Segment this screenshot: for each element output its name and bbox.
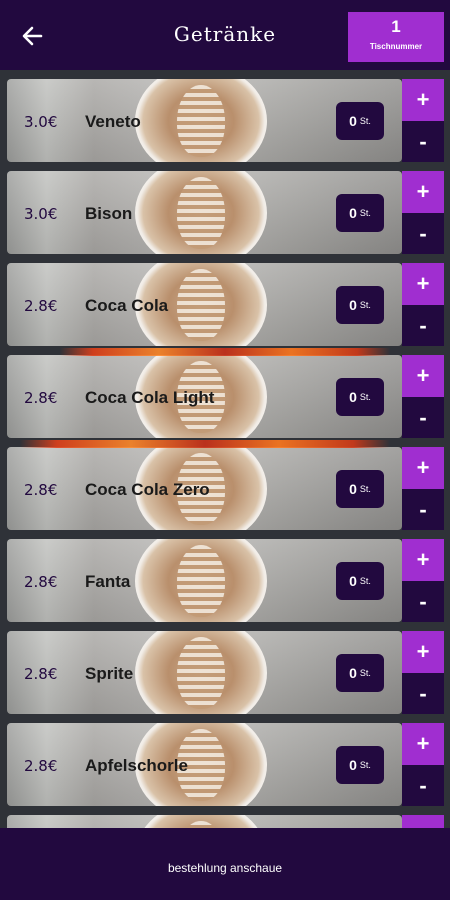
list-item: 3.0€ Veneto 0 St. + - [7,79,444,162]
quantity-value: 0 [349,757,357,773]
decrease-button[interactable]: - [402,765,444,806]
list-item: 2.8€ Coca Cola 0 St. + - [7,263,444,346]
fire-decoration [20,440,390,448]
quantity-value: 0 [349,205,357,221]
list-item: 2.8€ Coca Cola Light 0 St. + - [7,355,444,438]
decrease-button[interactable]: - [402,213,444,254]
latte-art-image [177,85,225,157]
drink-name: Coca Cola Light [85,388,215,407]
increase-button[interactable]: + [402,815,444,828]
quantity-unit: St. [359,668,371,678]
quantity-badge: 0 St. [336,286,384,324]
quantity-unit: St. [359,484,371,494]
list-item: 2.8€ Apfelschorle 0 St. + - [7,723,444,806]
table-number-button[interactable]: 1 Tischnummer [348,12,444,62]
latte-art-image [177,177,225,249]
arrow-left-icon [22,26,43,46]
drink-name: Sprite [85,664,134,683]
increase-button[interactable]: + [402,171,444,213]
quantity-unit: St. [359,392,371,402]
increase-button[interactable]: + [402,631,444,673]
drink-price: 3.0€ [24,205,58,223]
latte-art-image [177,637,225,709]
drink-price: 2.8€ [24,665,58,683]
fire-decoration [60,348,390,356]
drink-price: 2.8€ [24,297,58,315]
increase-button[interactable]: + [402,723,444,765]
table-number-label: Tischnummer [369,42,423,51]
quantity-unit: St. [359,208,371,218]
increase-button[interactable]: + [402,79,444,121]
drink-card[interactable]: 2.8€ Coca Cola 0 St. [7,263,402,346]
decrease-button[interactable]: - [402,397,444,438]
drink-card[interactable]: 3.0€ Bison 0 St. [7,171,402,254]
quantity-value: 0 [349,389,357,405]
back-button[interactable] [18,22,46,50]
drink-price: 3.0€ [24,113,58,131]
drink-card[interactable]: 2.8€ Coca Cola Light 0 St. [7,355,402,438]
drink-card[interactable]: 2.8€ Sprite 0 St. [7,631,402,714]
quantity-value: 0 [349,297,357,313]
quantity-value: 0 [349,113,357,129]
list-item: + [7,815,444,828]
drink-price: 2.8€ [24,389,58,407]
quantity-value: 0 [349,481,357,497]
quantity-value: 0 [349,573,357,589]
latte-art-image [177,269,225,341]
app-header: Getränke 1 Tischnummer [0,0,450,70]
increase-button[interactable]: + [402,263,444,305]
table-number: 1 [391,17,401,36]
drink-card[interactable]: 3.0€ Veneto 0 St. [7,79,402,162]
increase-button[interactable]: + [402,447,444,489]
quantity-unit: St. [359,576,371,586]
decrease-button[interactable]: - [402,489,444,530]
quantity-unit: St. [359,300,371,310]
drink-name: Veneto [85,112,141,131]
quantity-badge: 0 St. [336,378,384,416]
decrease-button[interactable]: - [402,121,444,162]
quantity-badge: 0 St. [336,654,384,692]
view-order-button[interactable]: bestehlung anschaue [168,861,282,875]
drink-card[interactable] [7,815,402,828]
quantity-badge: 0 St. [336,470,384,508]
list-item: 2.8€ Coca Cola Zero 0 St. + - [7,447,444,530]
drink-card[interactable]: 2.8€ Apfelschorle 0 St. [7,723,402,806]
decrease-button[interactable]: - [402,581,444,622]
latte-art-image [177,545,225,617]
quantity-unit: St. [359,116,371,126]
drink-card[interactable]: 2.8€ Fanta 0 St. [7,539,402,622]
quantity-badge: 0 St. [336,102,384,140]
quantity-badge: 0 St. [336,562,384,600]
quantity-value: 0 [349,665,357,681]
drink-name: Apfelschorle [85,756,188,775]
drink-name: Coca Cola Zero [85,480,210,499]
decrease-button[interactable]: - [402,305,444,346]
drinks-list[interactable]: 3.0€ Veneto 0 St. + - 3.0€ Bison 0 St. +… [0,70,450,828]
list-item: 3.0€ Bison 0 St. + - [7,171,444,254]
quantity-badge: 0 St. [336,194,384,232]
drink-price: 2.8€ [24,757,58,775]
decrease-button[interactable]: - [402,673,444,714]
quantity-unit: St. [359,760,371,770]
drink-name: Fanta [85,572,131,591]
list-item: 2.8€ Fanta 0 St. + - [7,539,444,622]
drink-name: Coca Cola [85,296,169,315]
increase-button[interactable]: + [402,539,444,581]
footer-bar: bestehlung anschaue [0,828,450,900]
drink-price: 2.8€ [24,481,58,499]
list-item: 2.8€ Sprite 0 St. + - [7,631,444,714]
drink-card[interactable]: 2.8€ Coca Cola Zero 0 St. [7,447,402,530]
drink-name: Bison [85,204,133,223]
quantity-badge: 0 St. [336,746,384,784]
drink-price: 2.8€ [24,573,58,591]
page-title: Getränke [173,22,277,46]
increase-button[interactable]: + [402,355,444,397]
